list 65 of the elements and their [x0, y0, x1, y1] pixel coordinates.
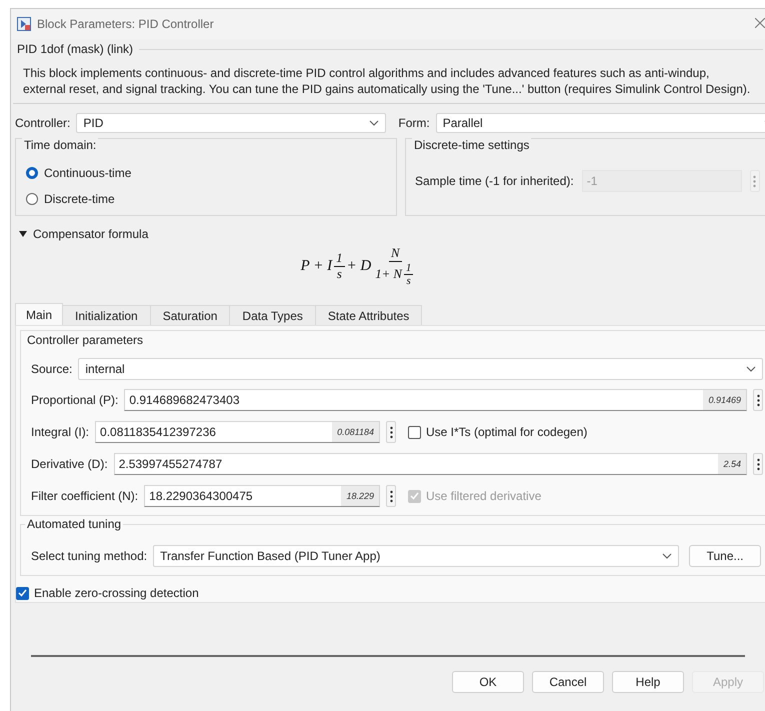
vertical-dots-icon [756, 394, 760, 406]
radio-button[interactable] [26, 193, 38, 205]
checkbox[interactable] [16, 586, 29, 600]
block-description: This block implements continuous- and discrete-time PID control algorithms and includes advanced features such as anti-windup, external reset, and signal tracking. You can tune the PID gains automatically using the 'Tune...' button (requires Simulink Control Design). [23, 65, 752, 97]
vertical-dots-icon [753, 174, 756, 188]
radio-option[interactable]: Continuous-time [26, 163, 132, 183]
options-button[interactable] [386, 421, 396, 443]
field-label: Filter coefficient (N): [31, 489, 138, 503]
value-preview: 0.081184 [332, 422, 379, 442]
field-label: Source: [31, 362, 72, 376]
radio-button[interactable] [26, 167, 38, 179]
tab[interactable]: Main [15, 303, 64, 325]
value-preview: 0.91469 [703, 390, 746, 410]
form-dropdown[interactable]: Parallel [436, 113, 765, 133]
field-label: Select tuning method: [31, 549, 148, 563]
group-title: Discrete-time settings [412, 138, 532, 152]
dialog-button[interactable]: Cancel [532, 671, 604, 693]
parameter-field[interactable]: 0.0811835412397236 0.081184 [95, 421, 380, 443]
chevron-icon [662, 553, 672, 559]
tune-button[interactable]: Tune... [689, 545, 762, 567]
checkbox-label: Use filtered derivative [426, 489, 542, 503]
value-preview: 18.229 [341, 486, 379, 506]
vertical-dots-icon [390, 426, 392, 438]
options-button[interactable] [386, 485, 396, 507]
window-title: Block Parameters: PID Controller [37, 17, 214, 31]
triangle-icon [19, 231, 27, 237]
tuning-method-dropdown[interactable]: Transfer Function Based (PID Tuner App) [153, 545, 680, 567]
source-dropdown[interactable]: internal [78, 358, 763, 380]
close-button[interactable] [755, 17, 765, 31]
field-label: Derivative (D): [31, 457, 108, 471]
tab[interactable]: State Attributes [314, 305, 422, 325]
checkmark-icon [410, 492, 419, 500]
parameter-field[interactable]: 18.2290364300475 18.229 [144, 485, 380, 507]
controller-dropdown[interactable]: PID [76, 113, 386, 133]
options-button[interactable] [753, 453, 763, 475]
mask-header: PID 1dof (mask) (link) [17, 42, 134, 56]
dialog-button[interactable]: OK [452, 671, 524, 693]
field-label: Controller: [15, 116, 70, 130]
checkbox[interactable] [408, 426, 421, 438]
chevron-icon [746, 366, 756, 372]
parameter-field[interactable]: 2.53997455274787 2.54 [114, 453, 747, 475]
group-title: Controller parameters [25, 333, 146, 347]
field-label: Form: [398, 116, 430, 130]
value-preview: 2.54 [718, 454, 746, 474]
dialog-button: Apply [692, 671, 764, 693]
options-button[interactable] [753, 389, 763, 411]
checkbox-label: Use I*Ts (optimal for codegen) [426, 425, 588, 439]
dialog-button[interactable]: Help [612, 671, 684, 693]
tab[interactable]: Saturation [150, 305, 230, 325]
vertical-dots-icon [390, 490, 392, 502]
radio-option[interactable]: Discrete-time [26, 189, 132, 209]
field-label: Integral (I): [31, 425, 90, 439]
vertical-dots-icon [756, 458, 760, 470]
tab[interactable]: Initialization [62, 305, 151, 325]
compensator-toggle[interactable]: Compensator formula [19, 226, 148, 242]
group-title: Automated tuning [25, 517, 124, 531]
tab[interactable]: Data Types [229, 305, 316, 325]
chevron-icon [369, 120, 380, 126]
block-icon [17, 17, 31, 31]
parameter-field[interactable]: 0.914689682473403 0.91469 [124, 389, 747, 411]
field-label: Proportional (P): [31, 393, 118, 407]
checkmark-icon [18, 589, 27, 597]
checkbox-label: Enable zero-crossing detection [34, 586, 199, 600]
field-label: Sample time (-1 for inherited): [415, 174, 574, 188]
group-title: Time domain: [22, 138, 98, 152]
